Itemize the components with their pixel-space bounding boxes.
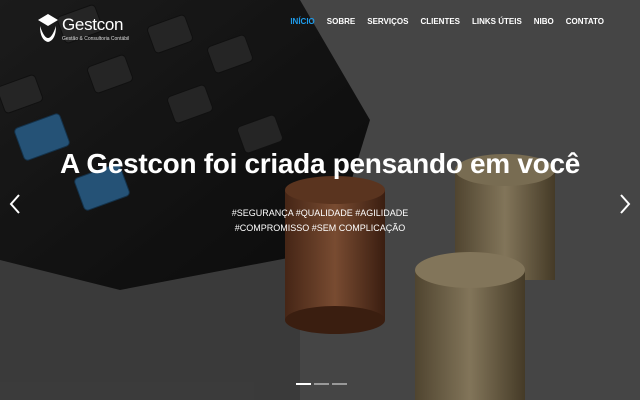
logo-mark-icon — [38, 14, 58, 42]
nav-item-nibo[interactable]: NIBO — [534, 17, 554, 26]
nav-item-contato[interactable]: CONTATO — [566, 17, 604, 26]
top-navbar: Gestcon Gestão & Consultoria Contábil IN… — [0, 0, 640, 50]
hero-headline: A Gestcon foi criada pensando em você — [59, 148, 580, 179]
carousel-dot-3[interactable] — [332, 383, 347, 385]
brand-subtitle: Gestão & Consultoria Contábil — [62, 36, 130, 42]
carousel-dot-2[interactable] — [314, 383, 329, 385]
brand-name: Gestcon — [62, 15, 124, 34]
brand-logo[interactable]: Gestcon Gestão & Consultoria Contábil — [36, 14, 130, 50]
hero-overlay — [0, 0, 640, 400]
carousel-prev-button[interactable] — [8, 193, 22, 215]
nav-item-inicio[interactable]: INÍCIO — [290, 17, 314, 26]
nav-item-clientes[interactable]: CLIENTES — [420, 17, 460, 26]
carousel-dot-1[interactable] — [296, 383, 311, 385]
main-nav: INÍCIO SOBRE SERVIÇOS CLIENTES LINKS ÚTE… — [278, 17, 604, 26]
carousel-indicators — [296, 383, 347, 385]
hero-slider: Gestcon Gestão & Consultoria Contábil IN… — [0, 0, 640, 400]
chevron-left-icon — [9, 194, 20, 214]
hero-tagline: #SEGURANÇA #QUALIDADE #AGILIDADE #COMPRO… — [231, 208, 409, 233]
carousel-next-button[interactable] — [618, 193, 632, 215]
nav-item-sobre[interactable]: SOBRE — [327, 17, 355, 26]
nav-item-servicos[interactable]: SERVIÇOS — [367, 17, 408, 26]
nav-item-links-uteis[interactable]: LINKS ÚTEIS — [472, 17, 522, 26]
chevron-right-icon — [620, 194, 631, 214]
